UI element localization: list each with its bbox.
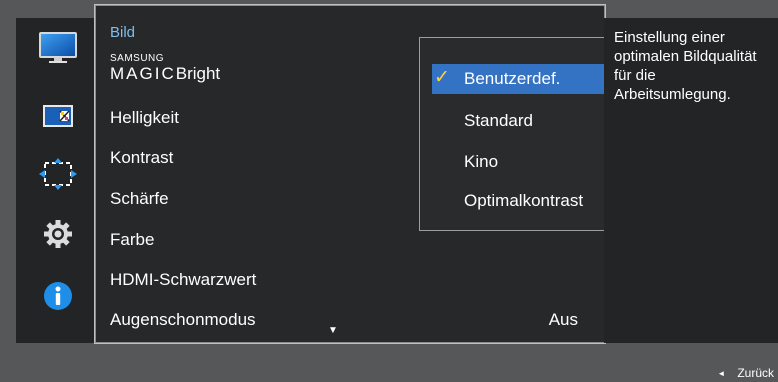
scroll-down-icon[interactable]: ▼ (328, 325, 338, 336)
menu-item-label: SAMSUNG MAGIC Bright (110, 54, 220, 84)
back-arrow-icon: ◄ (717, 369, 726, 378)
submenu-option-label: Standard (464, 111, 533, 130)
settings-gear-icon[interactable] (38, 216, 78, 252)
menu-item-label: Schärfe (110, 189, 169, 208)
eye-saver-value: Aus (548, 310, 578, 329)
info-icon[interactable] (38, 278, 78, 314)
sidebar (16, 18, 96, 343)
magic-logo-text: MAGIC (110, 64, 176, 83)
menu-item-label: Farbe (110, 230, 155, 249)
help-panel: Einstellung einer optimalen Bildqualität… (604, 18, 778, 343)
monitor-icon[interactable] (38, 30, 78, 66)
position-icon[interactable] (38, 156, 78, 192)
menu-item-label: Kontrast (110, 148, 174, 167)
menu-item-eye-saver-mode[interactable]: Augenschonmodus Aus (96, 304, 604, 344)
menu-item-color[interactable]: Farbe (96, 224, 604, 264)
check-icon: ✓ (434, 67, 450, 88)
submenu-option-label: Optimalkontrast (464, 191, 584, 210)
monitor-osd: Bild SAMSUNG MAGIC Bright Helligkeit Kon… (0, 0, 778, 382)
back-label: Zurück (737, 366, 774, 380)
magic-bright-label: Bright (175, 64, 221, 83)
submenu-option-label: Kino (464, 152, 499, 171)
submenu-option-label: Benutzerdef. (464, 69, 561, 88)
menu-item-hdmi-black-level[interactable]: HDMI-Schwarzwert (96, 264, 604, 304)
menu-item-label: HDMI-Schwarzwert (110, 270, 257, 289)
menu-item-label: Augenschonmodus (110, 310, 256, 329)
menu-item-label: Helligkeit (110, 108, 179, 127)
help-text: Einstellung einer optimalen Bildqualität… (614, 29, 757, 103)
picture-menu: Bild SAMSUNG MAGIC Bright Helligkeit Kon… (96, 6, 676, 344)
picture-size-icon[interactable] (38, 98, 78, 134)
samsung-logo-text: SAMSUNG (110, 53, 165, 64)
back-button[interactable]: ◄ Zurück (717, 366, 774, 380)
menu-title: Bild (110, 24, 136, 41)
